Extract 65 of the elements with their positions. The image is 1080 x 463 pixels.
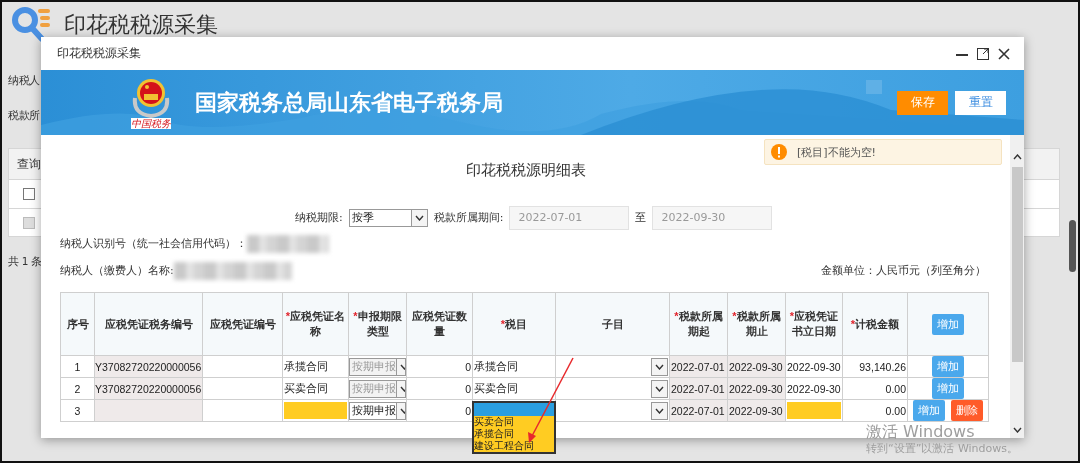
field-label: 税款所属期间: xyxy=(433,210,504,225)
column-header: *计税金额 xyxy=(842,292,908,356)
close-icon[interactable] xyxy=(998,47,1010,60)
emblem-caption: 中国税务 xyxy=(131,118,171,129)
column-header: *申报期限类型 xyxy=(348,292,407,356)
alert-text: [税目]不能为空! xyxy=(797,144,876,160)
subitem-select[interactable] xyxy=(651,357,668,376)
date-field[interactable]: 2022-07-01 xyxy=(509,205,630,230)
column-header: 应税凭证数量 xyxy=(406,292,473,356)
reset-button[interactable]: 重置 xyxy=(955,90,1006,115)
table-cell: 3 xyxy=(60,399,95,422)
field-label: 纳税人 xyxy=(8,73,41,88)
column-header: *应税凭证书立日期 xyxy=(785,292,843,356)
activation-notice: 转到“设置”以激活 Windows。 xyxy=(866,442,1018,456)
required-field[interactable] xyxy=(787,402,841,419)
column-header: *税款所属期起 xyxy=(669,292,728,356)
column-header: 子目 xyxy=(555,292,670,356)
column-header: 应税凭证税务编号 xyxy=(94,292,203,356)
table-cell-text: 买卖合同 xyxy=(474,381,518,394)
scrollbar[interactable] xyxy=(1069,220,1076,272)
table-cell-text: 买卖合同 xyxy=(284,381,328,394)
column-header: *应税凭证名称 xyxy=(282,292,349,356)
required-field[interactable] xyxy=(284,402,347,419)
scrollbar[interactable] xyxy=(1010,135,1024,438)
tax-item-dropdown[interactable]: 买卖合同 承揽合同 建设工程合同 xyxy=(472,401,556,454)
table-cell-text: 承揽合同 xyxy=(474,359,518,372)
table-cell-text: 2022-09-30 xyxy=(787,382,841,395)
subitem-select[interactable] xyxy=(651,401,668,420)
table-cell-text: 2022-09-30 xyxy=(787,360,841,373)
maximize-icon[interactable] xyxy=(977,47,989,60)
dropdown-option[interactable]: 承揽合同 xyxy=(474,428,554,440)
field-label: 至 xyxy=(635,210,647,225)
add-button[interactable]: 增加 xyxy=(913,400,945,421)
checkbox[interactable] xyxy=(23,188,35,200)
table-cell: 1 xyxy=(60,355,95,378)
activation-notice: 激活 Windows xyxy=(866,422,975,442)
column-header: *税款所属期止 xyxy=(727,292,786,356)
field-label: 纳税人（缴费人）名称: xyxy=(60,263,174,278)
page-title: 印花税税源采集 xyxy=(64,11,218,39)
banner-title: 国家税务总局山东省电子税务局 xyxy=(195,88,503,117)
add-button[interactable]: 增加 xyxy=(932,356,964,377)
column-header: 序号 xyxy=(60,292,95,356)
dropdown-option[interactable]: 建设工程合同 xyxy=(474,440,554,452)
delete-button[interactable]: 删除 xyxy=(951,400,983,421)
add-button[interactable]: 增加 xyxy=(932,313,964,335)
total-count: 共 1 条 xyxy=(8,254,42,269)
emblem-icon xyxy=(131,76,171,118)
period-select[interactable]: 按季 xyxy=(348,208,428,227)
column-header: 应税凭证编号 xyxy=(202,292,283,356)
dialog-title: 印花税税源采集 xyxy=(57,45,142,62)
period-type-select[interactable]: 按期申报 xyxy=(349,401,406,420)
warning-icon xyxy=(771,144,787,160)
field-label: 税款所 xyxy=(8,108,41,123)
table-cell-text: 承揽合同 xyxy=(284,359,328,372)
field-label: 纳税期限: xyxy=(295,210,343,225)
date-field[interactable]: 2022-09-30 xyxy=(652,205,773,230)
table-cell: 2 xyxy=(60,377,95,400)
dropdown-option[interactable]: 买卖合同 xyxy=(474,416,554,428)
form-title: 印花税税源明细表 xyxy=(465,161,586,179)
save-button[interactable]: 保存 xyxy=(897,90,948,115)
column-header: *税目 xyxy=(472,292,556,356)
subitem-select[interactable] xyxy=(651,379,668,398)
amount-unit: 金额单位：人民币元（列至角分） xyxy=(821,263,986,278)
add-button[interactable]: 增加 xyxy=(932,378,964,399)
field-label: 纳税人识别号（统一社会信用代码）： xyxy=(60,236,247,251)
